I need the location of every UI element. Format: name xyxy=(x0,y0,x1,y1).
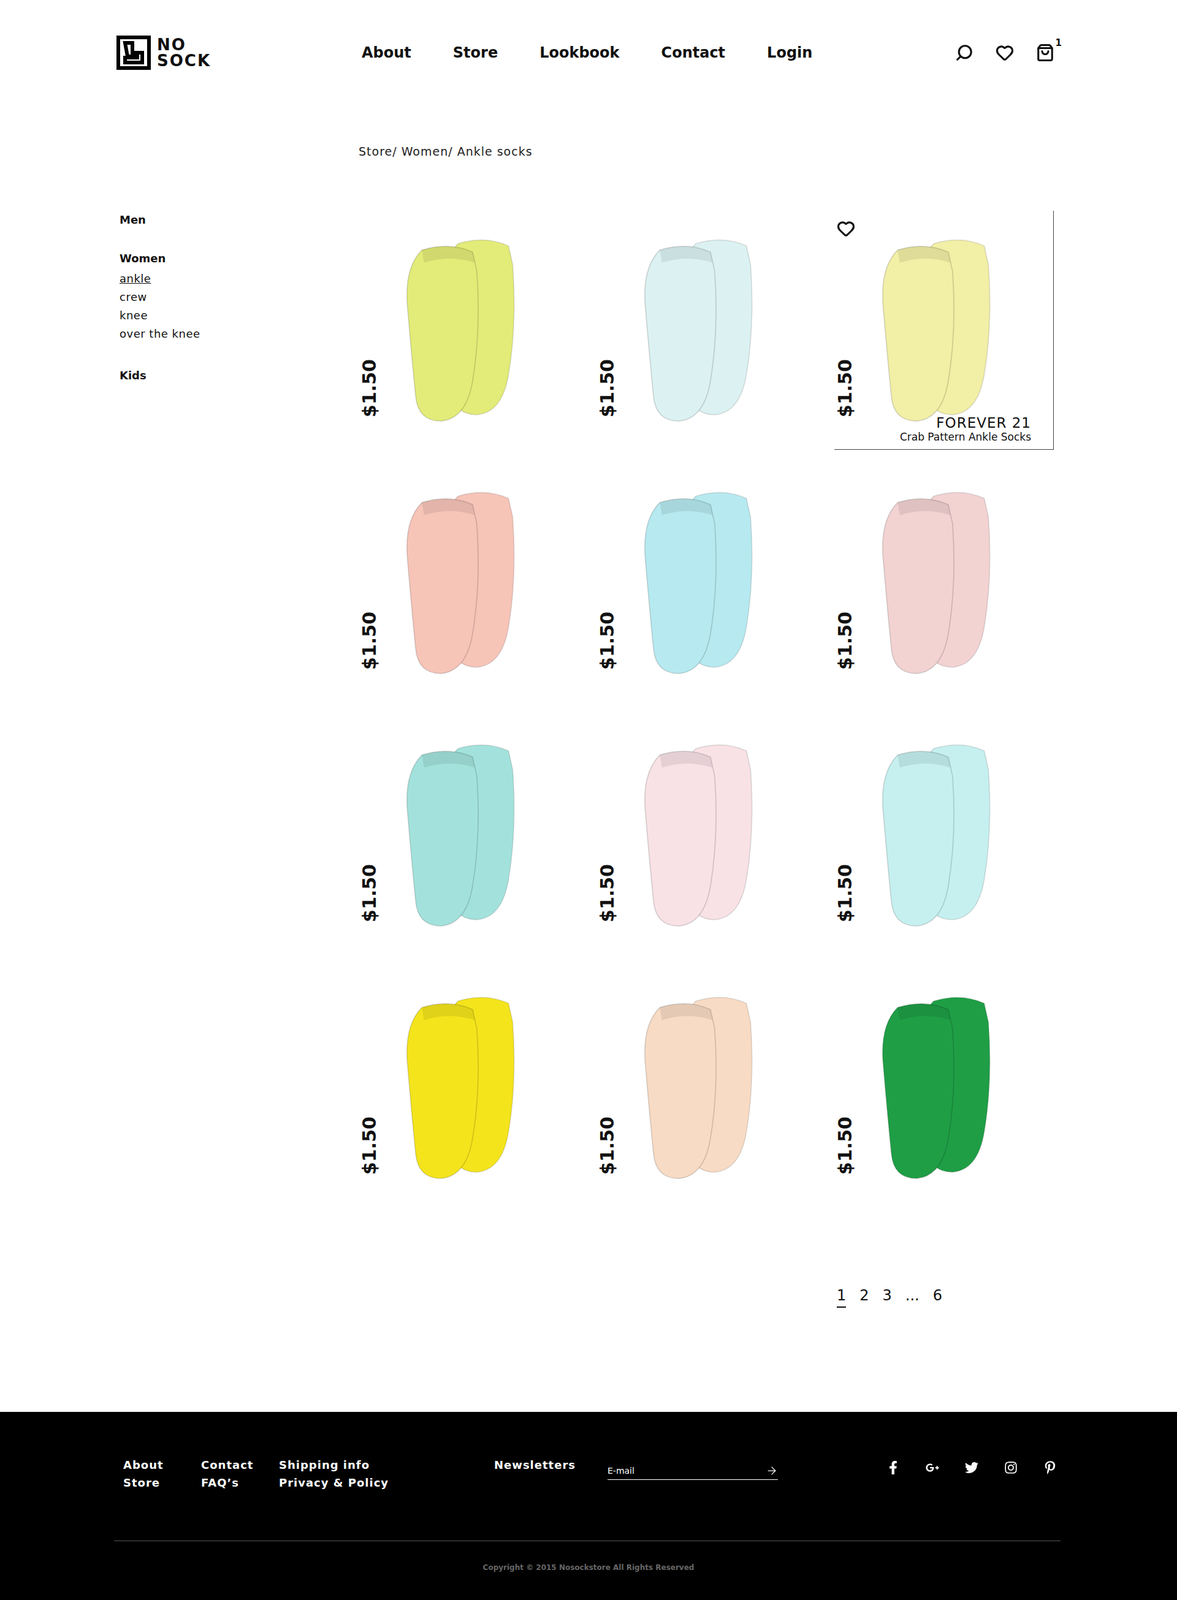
sock-image xyxy=(390,740,532,931)
product-price: $1.50 xyxy=(834,611,856,671)
sock-image xyxy=(390,235,532,426)
product-price: $1.50 xyxy=(834,864,856,923)
product-card[interactable]: $1.50 xyxy=(358,968,579,1208)
footer-link[interactable]: About xyxy=(123,1458,202,1472)
nav-link[interactable]: Login xyxy=(766,44,813,62)
product-price: $1.50 xyxy=(596,359,618,418)
page-link[interactable]: 2 xyxy=(859,1287,869,1309)
product-price: $1.50 xyxy=(358,1116,381,1176)
sock-image xyxy=(390,487,532,679)
product-card[interactable]: $1.50 xyxy=(358,463,579,703)
product-price: $1.50 xyxy=(358,864,381,923)
breadcrumb: Store/ Women/ Ankle socks xyxy=(358,144,1061,159)
sock-image xyxy=(866,487,1008,679)
sock-image xyxy=(866,740,1008,931)
page-link[interactable]: ... xyxy=(905,1287,920,1309)
footer-link[interactable]: Contact xyxy=(201,1458,279,1472)
sock-image xyxy=(628,993,770,1184)
page-link[interactable]: 6 xyxy=(933,1287,943,1309)
cart-button[interactable]: 1 xyxy=(1036,43,1055,62)
header-icons: 1 xyxy=(955,43,1061,62)
footer-link[interactable]: Store xyxy=(123,1476,202,1490)
footer-links: About Store Contact FAQ’s Shipping info Priva… xyxy=(123,1458,495,1490)
footer-link[interactable]: Privacy & Policy xyxy=(278,1476,357,1490)
product-price: $1.50 xyxy=(834,1116,856,1176)
footer: About Store Contact FAQ’s Shipping info Priva… xyxy=(0,1412,1177,1600)
facebook-icon[interactable] xyxy=(886,1461,900,1475)
nav-link[interactable]: Store xyxy=(453,44,498,62)
product-price: $1.50 xyxy=(834,359,856,418)
wishlist-icon[interactable] xyxy=(995,43,1014,62)
product-grid: $1.50 $1.50 $1.50 FOREVER 21Crab Pattern An… xyxy=(358,210,1061,1208)
product-card[interactable]: $1.50 xyxy=(596,968,816,1208)
page-link[interactable]: 1 xyxy=(836,1287,846,1309)
product-info: FOREVER 21Crab Pattern Ankle Socks xyxy=(899,415,1032,444)
sidebar-group: Women anklecrewkneeover the knee xyxy=(119,251,359,344)
sidebar-group: Kids xyxy=(119,369,359,382)
sock-image xyxy=(390,993,532,1184)
sock-image xyxy=(628,235,770,426)
copyright: Copyright © 2015 Nosockstore All Rights … xyxy=(116,1563,1061,1591)
sock-image xyxy=(866,993,1008,1184)
footer-divider xyxy=(114,1541,1061,1542)
heart-icon xyxy=(836,219,856,238)
main-nav: About Store Lookbook Contact Login xyxy=(361,44,813,62)
nav-link[interactable]: Contact xyxy=(661,44,726,62)
product-card[interactable]: $1.50 FOREVER 21Crab Pattern Ankle Socks xyxy=(834,210,1054,450)
cart-count: 1 xyxy=(1055,37,1062,49)
footer-link[interactable]: Shipping info xyxy=(278,1458,357,1472)
instagram-icon[interactable] xyxy=(1004,1461,1018,1475)
wishlist-button[interactable] xyxy=(836,219,856,238)
footer-link[interactable]: FAQ’s xyxy=(201,1476,279,1490)
twitter-icon[interactable] xyxy=(964,1461,979,1475)
sidebar-group-label[interactable]: Kids xyxy=(119,369,359,382)
sidebar-group: Men xyxy=(119,213,359,227)
logo-text: NOSOCK xyxy=(156,36,211,69)
nav-link[interactable]: About xyxy=(361,44,412,62)
nav-link[interactable]: Lookbook xyxy=(539,44,620,62)
submit-arrow-icon[interactable] xyxy=(765,1465,778,1478)
sidebar-group-label[interactable]: Men xyxy=(119,213,359,227)
email-field[interactable]: E-mail xyxy=(607,1460,778,1481)
page-link[interactable]: 3 xyxy=(882,1287,892,1309)
newsletter-label: Newsletters xyxy=(494,1458,608,1472)
product-card[interactable]: $1.50 xyxy=(358,716,579,956)
sock-image xyxy=(866,235,1008,426)
product-price: $1.50 xyxy=(596,611,618,671)
bag-icon xyxy=(1036,43,1055,62)
social-links xyxy=(886,1458,1061,1475)
google-plus-icon[interactable] xyxy=(925,1461,940,1475)
product-card[interactable]: $1.50 xyxy=(834,968,1054,1208)
product-name: Crab Pattern Ankle Socks xyxy=(899,430,1032,444)
product-price: $1.50 xyxy=(358,359,381,418)
logo-icon xyxy=(116,35,151,70)
header: NOSOCK About Store Lookbook Contact Login 1 xyxy=(116,0,1061,70)
sidebar-item[interactable]: over the knee xyxy=(119,324,359,344)
product-price: $1.50 xyxy=(358,611,381,671)
pinterest-icon[interactable] xyxy=(1043,1461,1057,1475)
sidebar-item[interactable]: ankle xyxy=(119,269,359,289)
product-card[interactable]: $1.50 xyxy=(596,716,816,956)
product-brand: FOREVER 21 xyxy=(899,415,1032,431)
page: NOSOCK About Store Lookbook Contact Login 1 Sto… xyxy=(0,0,1177,1600)
product-card[interactable]: $1.50 xyxy=(834,463,1054,703)
product-card[interactable]: $1.50 xyxy=(834,716,1054,956)
sock-image xyxy=(628,487,770,679)
sidebar-item[interactable]: knee xyxy=(119,306,359,325)
sidebar-group-label[interactable]: Women xyxy=(119,251,359,265)
product-card[interactable]: $1.50 xyxy=(596,463,816,703)
pagination: 123... 6 xyxy=(836,1287,1061,1309)
product-card[interactable]: $1.50 xyxy=(358,210,579,450)
product-price: $1.50 xyxy=(596,864,618,923)
sock-image xyxy=(628,740,770,931)
sidebar: Men Women anklecrewkneeover the knee Kids xyxy=(116,210,359,1413)
logo[interactable]: NOSOCK xyxy=(116,35,362,70)
search-icon[interactable] xyxy=(955,43,974,62)
product-card[interactable]: $1.50 xyxy=(596,210,816,450)
sidebar-item[interactable]: crew xyxy=(119,288,359,307)
product-price: $1.50 xyxy=(596,1116,618,1176)
